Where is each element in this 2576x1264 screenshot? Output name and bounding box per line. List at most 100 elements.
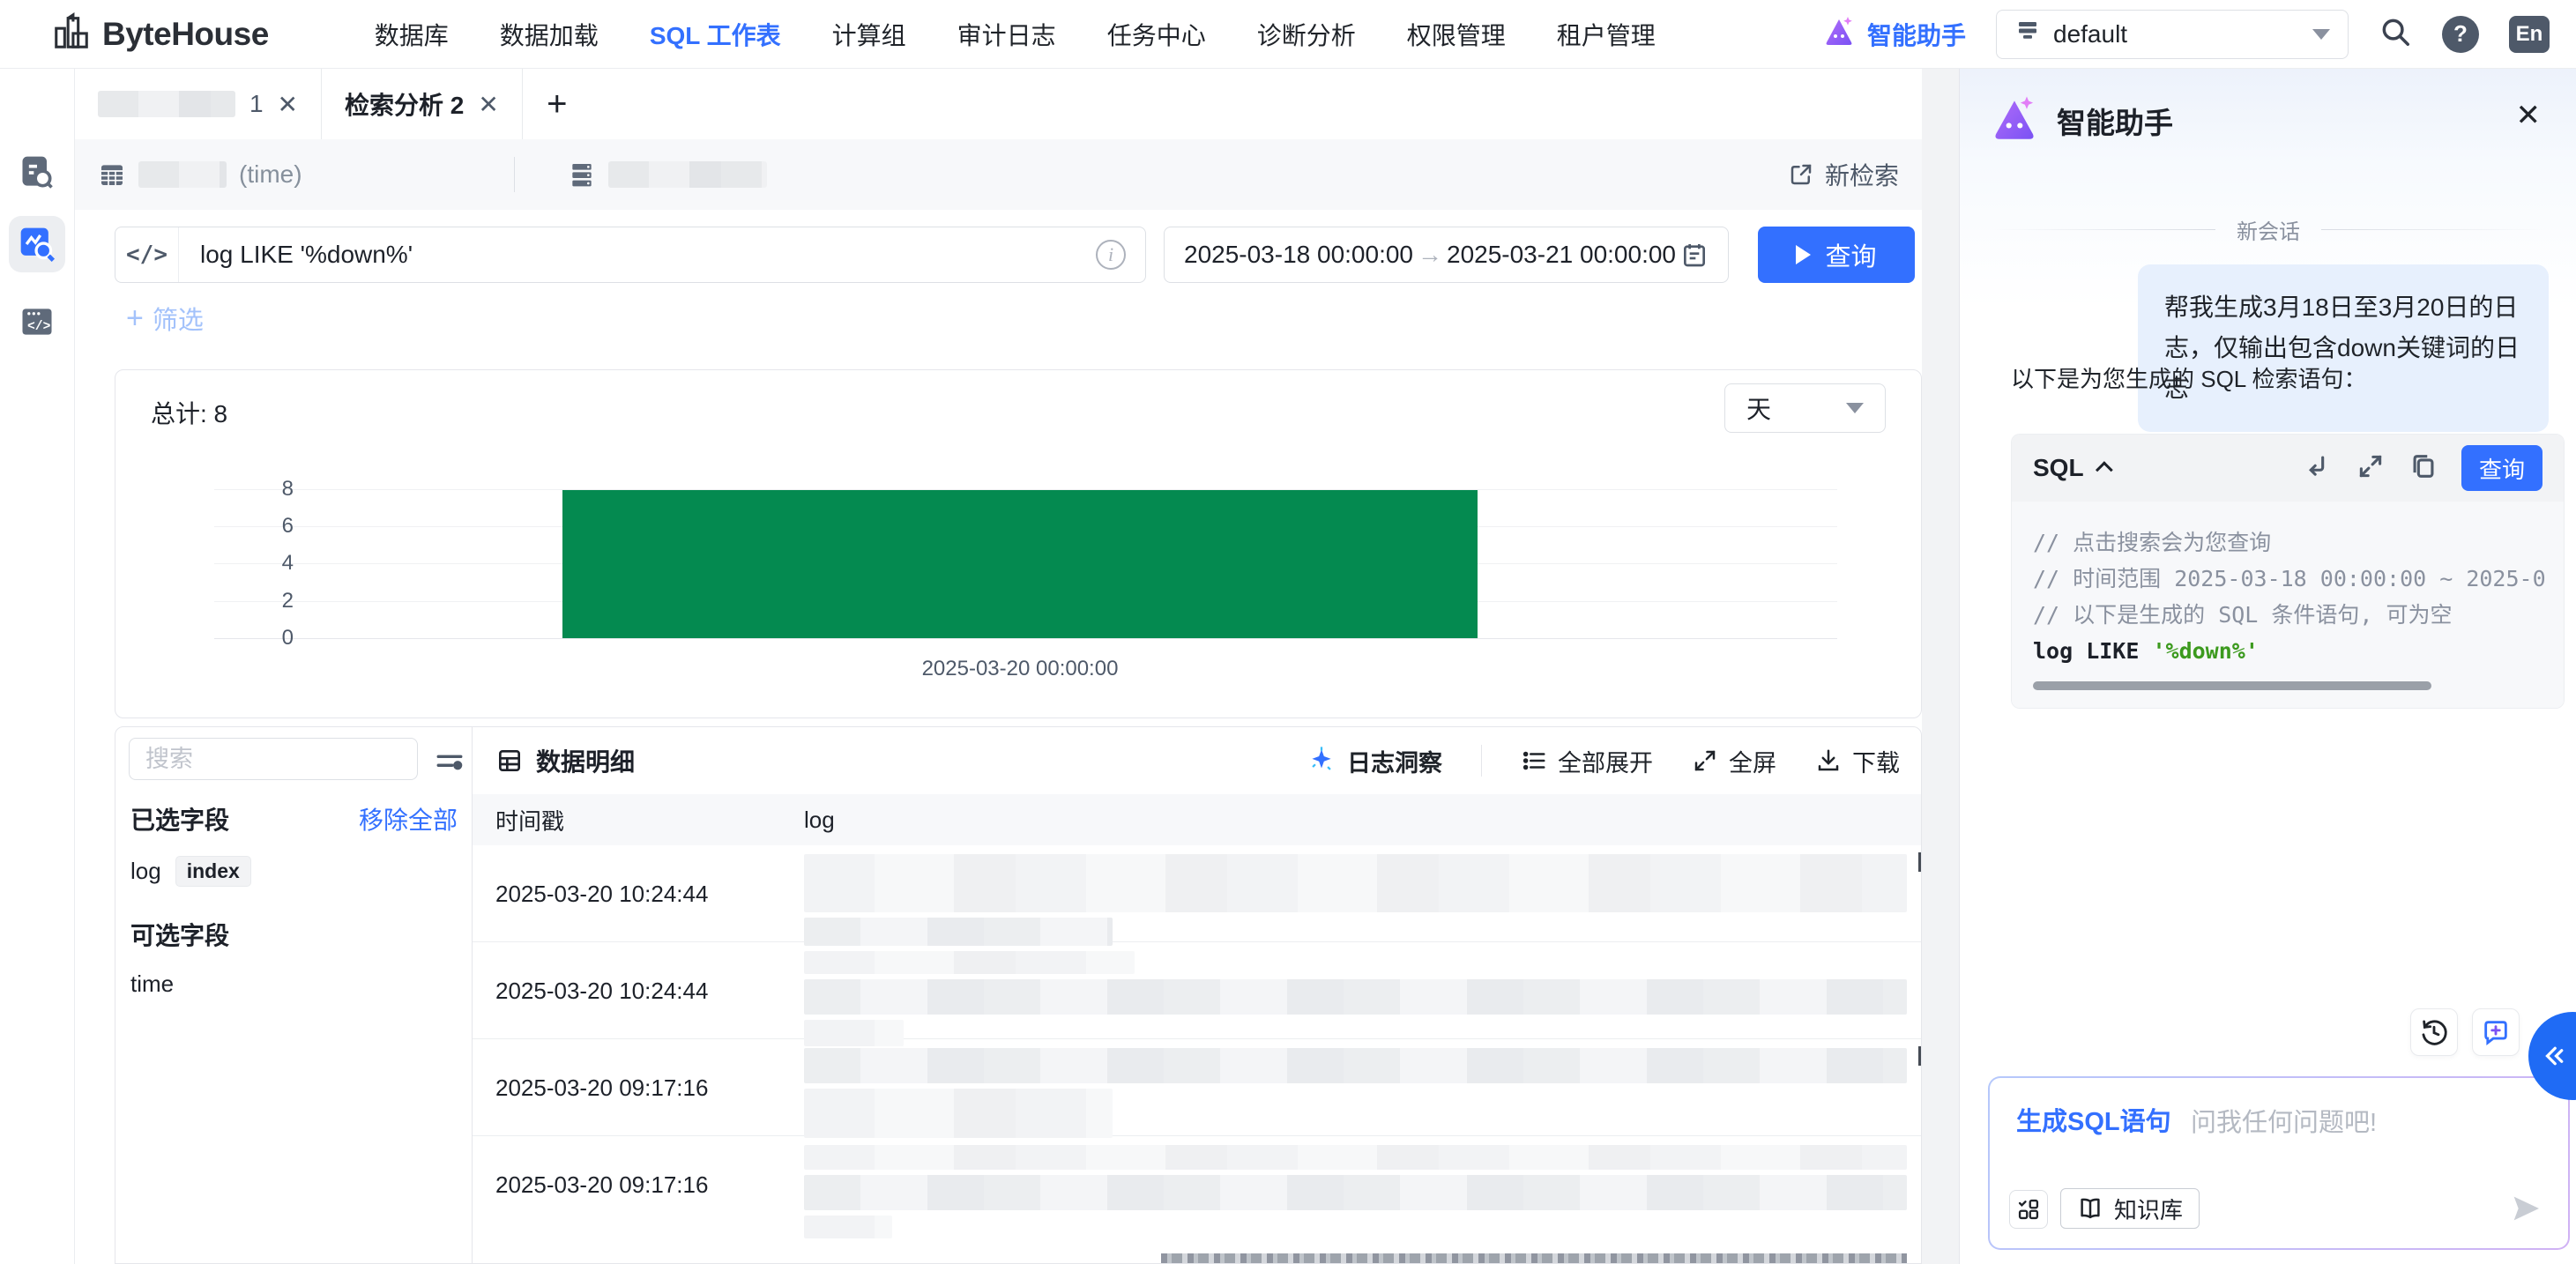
grid-icon	[499, 750, 520, 771]
search-icon[interactable]	[2379, 15, 2412, 53]
row-timestamp: 2025-03-20 10:24:44	[495, 978, 709, 1004]
ai-assistant-entry[interactable]: 智能助手	[1821, 13, 1966, 55]
run-query-button[interactable]: 查询	[1758, 227, 1915, 283]
expand-icon[interactable]	[2356, 451, 2386, 486]
calendar-icon	[1684, 244, 1705, 267]
ai-panel-title: 智能助手	[2057, 106, 2173, 139]
divider	[2321, 229, 2547, 230]
log-insight-button[interactable]: 日志洞察	[1307, 744, 1442, 778]
x-axis-label: 2025-03-20 00:00:00	[921, 657, 1119, 680]
tab-1[interactable]: 1 ✕	[75, 69, 322, 139]
new-search-link[interactable]: 新检索	[1788, 157, 1899, 192]
interval-value: 天	[1746, 396, 1772, 423]
menu-data-loading[interactable]: 数据加载	[500, 17, 599, 52]
date-range-picker[interactable]: 2025-03-18 00:00:00 → 2025-03-21 00:00:0…	[1164, 227, 1729, 283]
menu-compute-groups[interactable]: 计算组	[832, 17, 906, 52]
new-tab-button[interactable]: +	[523, 69, 592, 139]
add-filter-button[interactable]: + 筛选	[126, 300, 204, 337]
rail-sql-editor-icon[interactable]: </>	[9, 294, 65, 350]
menu-permissions[interactable]: 权限管理	[1407, 17, 1506, 52]
column-header-timestamp[interactable]: 时间戳	[473, 804, 804, 836]
brand-logo[interactable]: ByteHouse	[51, 11, 269, 56]
divider	[513, 157, 515, 192]
menu-databases[interactable]: 数据库	[375, 17, 449, 52]
selected-field-log[interactable]: log index	[130, 856, 251, 887]
clipped-next-row	[1161, 1253, 1907, 1263]
selected-fields-title: 已选字段	[130, 807, 230, 834]
sql-card-actions: 查询	[2303, 445, 2542, 491]
download-button[interactable]: 下载	[1815, 744, 1900, 778]
panel-gutter	[1922, 69, 1959, 1264]
copy-icon[interactable]	[2408, 451, 2438, 486]
svg-text:</>: </>	[27, 320, 51, 334]
worksheet-tabbar: 1 ✕ 检索分析 2 ✕ +	[75, 69, 1922, 139]
histogram-card: 总计: 8 天 8 6 4 2 0 2025-03-20 00:00:00	[115, 369, 1922, 718]
collapse-chevron-icon[interactable]	[2095, 461, 2113, 480]
table-selector[interactable]	[568, 160, 767, 189]
expand-all-button[interactable]: 全部展开	[1521, 744, 1653, 778]
menu-sql-worksheet[interactable]: SQL 工作表	[650, 17, 781, 52]
available-field-time[interactable]: time	[130, 970, 174, 998]
help-icon[interactable]: ?	[2442, 15, 2479, 53]
date-end: 2025-03-21 00:00:00	[1447, 241, 1676, 268]
new-chat-button[interactable]	[2472, 1008, 2520, 1056]
row-log-redacted	[804, 1136, 1921, 1238]
table-row[interactable]: 2025-03-20 10:24:44	[473, 942, 1921, 1046]
history-button[interactable]	[2410, 1008, 2458, 1056]
query-expression-box: </> i	[115, 227, 1146, 283]
top-navbar: ByteHouse 数据库 数据加载 SQL 工作表 计算组 审计日志 任务中心…	[0, 0, 2576, 69]
workspace-selector[interactable]: default	[1996, 9, 2349, 59]
row-log-redacted	[804, 1039, 1921, 1138]
skills-button[interactable]	[2009, 1190, 2048, 1229]
tab-2-close-icon[interactable]: ✕	[478, 90, 498, 119]
generate-sql-chip[interactable]: 生成SQL语句	[2016, 1101, 2171, 1138]
play-icon	[1796, 245, 1812, 264]
bytehouse-app: ByteHouse 数据库 数据加载 SQL 工作表 计算组 审计日志 任务中心…	[0, 0, 2576, 1264]
sql-run-button[interactable]: 查询	[2461, 445, 2542, 491]
close-icon[interactable]: ✕	[2516, 100, 2542, 130]
menu-audit-logs[interactable]: 审计日志	[957, 17, 1056, 52]
divider	[1990, 229, 2215, 230]
y-tick-2: 2	[281, 589, 294, 613]
table-row[interactable]: 2025-03-20 10:24:44	[473, 845, 1921, 946]
insert-to-editor-icon[interactable]	[2303, 451, 2333, 486]
book-icon	[2081, 1198, 2100, 1219]
fullscreen-button[interactable]: 全屏	[1692, 744, 1776, 778]
field-search-input[interactable]	[130, 745, 473, 773]
rail-log-query-icon[interactable]	[9, 145, 65, 201]
workspace-icon	[2014, 18, 2041, 50]
query-expression-input[interactable]	[179, 241, 1096, 269]
send-button[interactable]	[2508, 1191, 2543, 1231]
time-field-selector[interactable]: (time)	[98, 160, 302, 189]
redacted-field-name	[138, 161, 227, 188]
y-tick-0: 0	[281, 626, 294, 650]
interval-selector[interactable]: 天	[1724, 383, 1886, 433]
table-row[interactable]: 2025-03-20 09:17:16	[473, 1136, 1921, 1238]
tab-2-search-analysis[interactable]: 检索分析 2 ✕	[322, 69, 523, 139]
horizontal-scrollbar[interactable]	[2033, 681, 2431, 690]
chat-input-container: 生成SQL语句 问我任何问题吧! 知识库	[1988, 1076, 2570, 1250]
workspace-value: default	[2053, 19, 2128, 48]
run-query-label: 查询	[1825, 243, 1877, 271]
field-display-settings-icon[interactable]	[435, 747, 465, 781]
menu-tenant-mgmt[interactable]: 租户管理	[1557, 17, 1656, 52]
menu-task-center[interactable]: 任务中心	[1107, 17, 1206, 52]
code-sql-line: log LIKE '%down%'	[2033, 638, 2259, 664]
left-rail: </>	[0, 69, 75, 1264]
download-icon	[1818, 749, 1839, 771]
rail-search-analysis-icon[interactable]	[9, 216, 65, 272]
remove-all-link[interactable]: 移除全部	[359, 801, 458, 836]
sql-code-block[interactable]: // 点击搜索会为您查询 // 时间范围 2025-03-18 00:00:00…	[2012, 502, 2564, 708]
column-header-log[interactable]: log	[804, 807, 1921, 834]
row-log-redacted	[804, 942, 1921, 1046]
field-log-name: log	[130, 858, 161, 884]
menu-diagnostics[interactable]: 诊断分析	[1257, 17, 1356, 52]
language-toggle[interactable]: En	[2509, 15, 2550, 53]
tab-1-close-icon[interactable]: ✕	[278, 90, 298, 119]
histogram-bar-2025-03-20[interactable]	[562, 490, 1478, 638]
table-row[interactable]: 2025-03-20 09:17:16	[473, 1039, 1921, 1138]
knowledge-base-button[interactable]: 知识库	[2060, 1188, 2200, 1229]
plus-icon: +	[126, 301, 144, 335]
chat-input-box[interactable]: 生成SQL语句 问我任何问题吧! 知识库	[1990, 1078, 2568, 1248]
info-icon[interactable]: i	[1096, 240, 1126, 270]
